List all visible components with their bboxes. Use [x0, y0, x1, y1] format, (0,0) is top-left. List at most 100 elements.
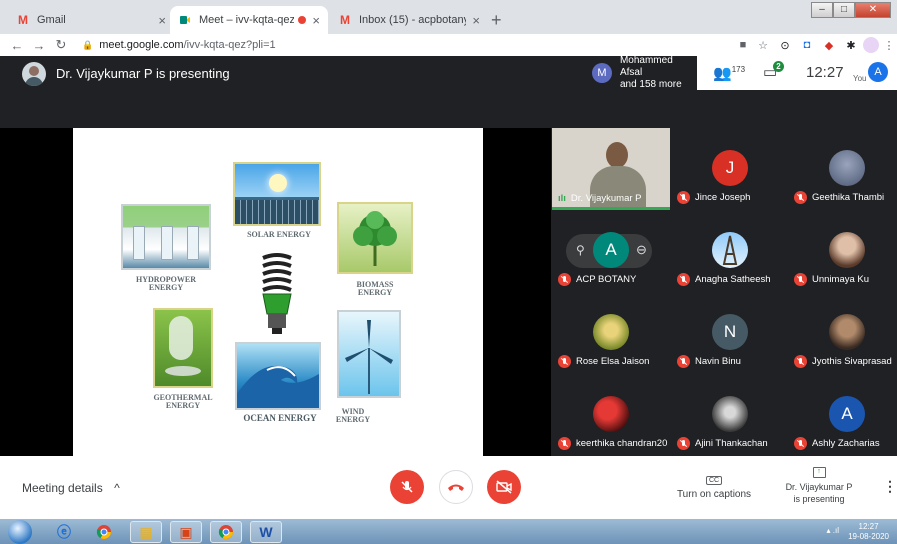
maximize-button[interactable]: □: [833, 2, 855, 18]
profile-icon[interactable]: [863, 37, 879, 53]
avatar: J: [712, 150, 748, 186]
participant-name: Jince Joseph: [677, 191, 750, 204]
extension-icon[interactable]: ⊙: [777, 37, 793, 53]
arrow-up-icon: ▴: [826, 526, 831, 535]
windows-taskbar: ⓔ ▤ ▣ W ▴ .ıl 12:27 19-08-2020: [0, 519, 897, 544]
camera-icon[interactable]: ■: [735, 37, 751, 53]
new-tab-button[interactable]: +: [491, 10, 502, 31]
window-controls: – □ ✕: [811, 2, 891, 18]
mic-off-icon: [558, 273, 571, 286]
participant-tile[interactable]: Geethika Thambi: [788, 128, 897, 210]
participant-tile[interactable]: ⚲ A ⊖ ACP BOTANY: [552, 210, 670, 292]
tab-gmail[interactable]: M Gmail ×: [8, 6, 174, 34]
participant-tile[interactable]: Ajini Thankachan: [671, 374, 789, 456]
mic-off-icon: [401, 481, 413, 493]
presentation-slide: SOLAR ENERGY HYDROPOWER ENERGY BIOMASS ENE…: [73, 128, 483, 456]
tab-inbox[interactable]: M Inbox (15) - acpbotany@alphon ×: [330, 6, 488, 34]
start-button[interactable]: [8, 520, 32, 544]
participant-name: Jyothis Sivaprasad: [794, 355, 892, 368]
word-icon[interactable]: W: [250, 521, 282, 543]
mic-off-icon: [558, 355, 571, 368]
captions-button[interactable]: CC Turn on captions: [676, 474, 752, 500]
participant-name: Navin Binu: [677, 355, 741, 368]
leave-call-button[interactable]: [439, 470, 473, 504]
hydropower-image: [121, 204, 211, 270]
tab-title: Gmail: [37, 14, 66, 26]
window-close-button[interactable]: ✕: [855, 2, 891, 18]
bulb-icon: [255, 250, 299, 336]
participant-name: Unnimaya Ku: [794, 273, 869, 286]
folder-icon[interactable]: ▤: [130, 521, 162, 543]
meet-top-panel: 👥173 ▭ 2 12:27 You A: [697, 56, 897, 90]
chat-button[interactable]: ▭ 2: [763, 61, 784, 81]
close-icon[interactable]: ×: [312, 13, 320, 28]
mic-toggle-button[interactable]: [390, 470, 424, 504]
participant-tile[interactable]: Jyothis Sivaprasad: [788, 292, 897, 374]
hydropower-caption: HYDROPOWER ENERGY: [136, 275, 196, 292]
gmail-icon: M: [340, 13, 350, 27]
minimize-button[interactable]: –: [811, 2, 833, 18]
meeting-details-button[interactable]: Meeting details ^: [22, 481, 120, 495]
presentation-stage: SOLAR ENERGY HYDROPOWER ENERGY BIOMASS ENE…: [0, 128, 551, 456]
participant-tile[interactable]: J Jince Joseph: [671, 128, 789, 210]
avatar: [829, 150, 865, 186]
lock-icon: 🔒: [82, 39, 94, 50]
wind-image: [337, 310, 401, 398]
participant-tile[interactable]: N Navin Binu: [671, 292, 789, 374]
extension-icon[interactable]: ◆: [821, 37, 837, 53]
participant-tile[interactable]: Unnimaya Ku: [788, 210, 897, 292]
solar-caption: SOLAR ENERGY: [247, 230, 311, 239]
mic-off-icon: [794, 437, 807, 450]
puzzle-icon[interactable]: ✱: [843, 37, 859, 53]
star-icon[interactable]: ☆: [755, 37, 771, 53]
chrome-icon[interactable]: [88, 521, 120, 543]
extension-icon[interactable]: ◘: [799, 37, 815, 53]
participant-tile[interactable]: keerthika chandran20: [552, 374, 670, 456]
chat-badge: 2: [773, 61, 784, 72]
wind-caption: WIND ENERGY: [335, 407, 371, 424]
participant-name: Ashly Zacharias: [794, 437, 880, 450]
participant-name: keerthika chandran20: [558, 437, 667, 450]
meet-clock: 12:27: [806, 64, 844, 81]
people-button[interactable]: 👥173: [713, 64, 745, 82]
present-button[interactable]: ↑ Dr. Vijaykumar P is presenting: [780, 464, 858, 505]
browser-toolbar: ← → ↻ 🔒 meet.google.com/ivv-kqta-qez?pli…: [0, 34, 897, 56]
ie-icon[interactable]: ⓔ: [48, 521, 80, 543]
more-options-icon[interactable]: ⋮: [883, 478, 897, 495]
avatar: [593, 396, 629, 432]
tab-meet[interactable]: Meet – ivv-kqta-qez ×: [170, 6, 328, 34]
media-player-icon[interactable]: ▣: [170, 521, 202, 543]
tray-clock[interactable]: 12:27 19-08-2020: [848, 522, 889, 542]
avatar: A: [593, 232, 629, 268]
mic-off-icon: [558, 437, 571, 450]
reload-icon[interactable]: ↻: [50, 37, 72, 53]
camera-toggle-button[interactable]: [487, 470, 521, 504]
mic-off-icon: [677, 437, 690, 450]
participant-tile[interactable]: ılı Dr. Vijaykumar P: [552, 128, 670, 210]
self-avatar[interactable]: A: [868, 62, 888, 82]
hangup-icon: [448, 484, 464, 491]
participant-tile[interactable]: A Ashly Zacharias: [788, 374, 897, 456]
taskbar-date: 19-08-2020: [848, 532, 889, 541]
close-icon[interactable]: ×: [158, 13, 166, 28]
participant-name: Rose Elsa Jaison: [558, 355, 649, 368]
chrome-icon[interactable]: [210, 521, 242, 543]
mic-off-icon: [794, 191, 807, 204]
back-icon[interactable]: ←: [6, 38, 28, 53]
address-bar[interactable]: 🔒 meet.google.com/ivv-kqta-qez?pli=1: [82, 36, 276, 54]
presenter-avatar: [22, 62, 46, 86]
participant-tile[interactable]: Rose Elsa Jaison: [552, 292, 670, 374]
presenting-line2: is presenting: [793, 494, 845, 504]
remove-icon[interactable]: ⊖: [636, 242, 647, 258]
join-notification: M Mohammed Afsal and 158 more: [586, 55, 697, 90]
participant-tile[interactable]: Anagha Satheesh: [671, 210, 789, 292]
ocean-caption: OCEAN ENERGY: [243, 413, 317, 423]
close-icon[interactable]: ×: [472, 13, 480, 28]
tab-title: Meet – ivv-kqta-qez: [199, 14, 295, 26]
people-icon: 👥: [713, 65, 732, 82]
avatar: [593, 314, 629, 350]
presenting-title: Dr. Vijaykumar P is presenting: [56, 66, 230, 81]
pin-icon[interactable]: ⚲: [576, 243, 585, 257]
forward-icon[interactable]: →: [28, 38, 50, 53]
menu-icon[interactable]: ⋮: [881, 37, 897, 53]
